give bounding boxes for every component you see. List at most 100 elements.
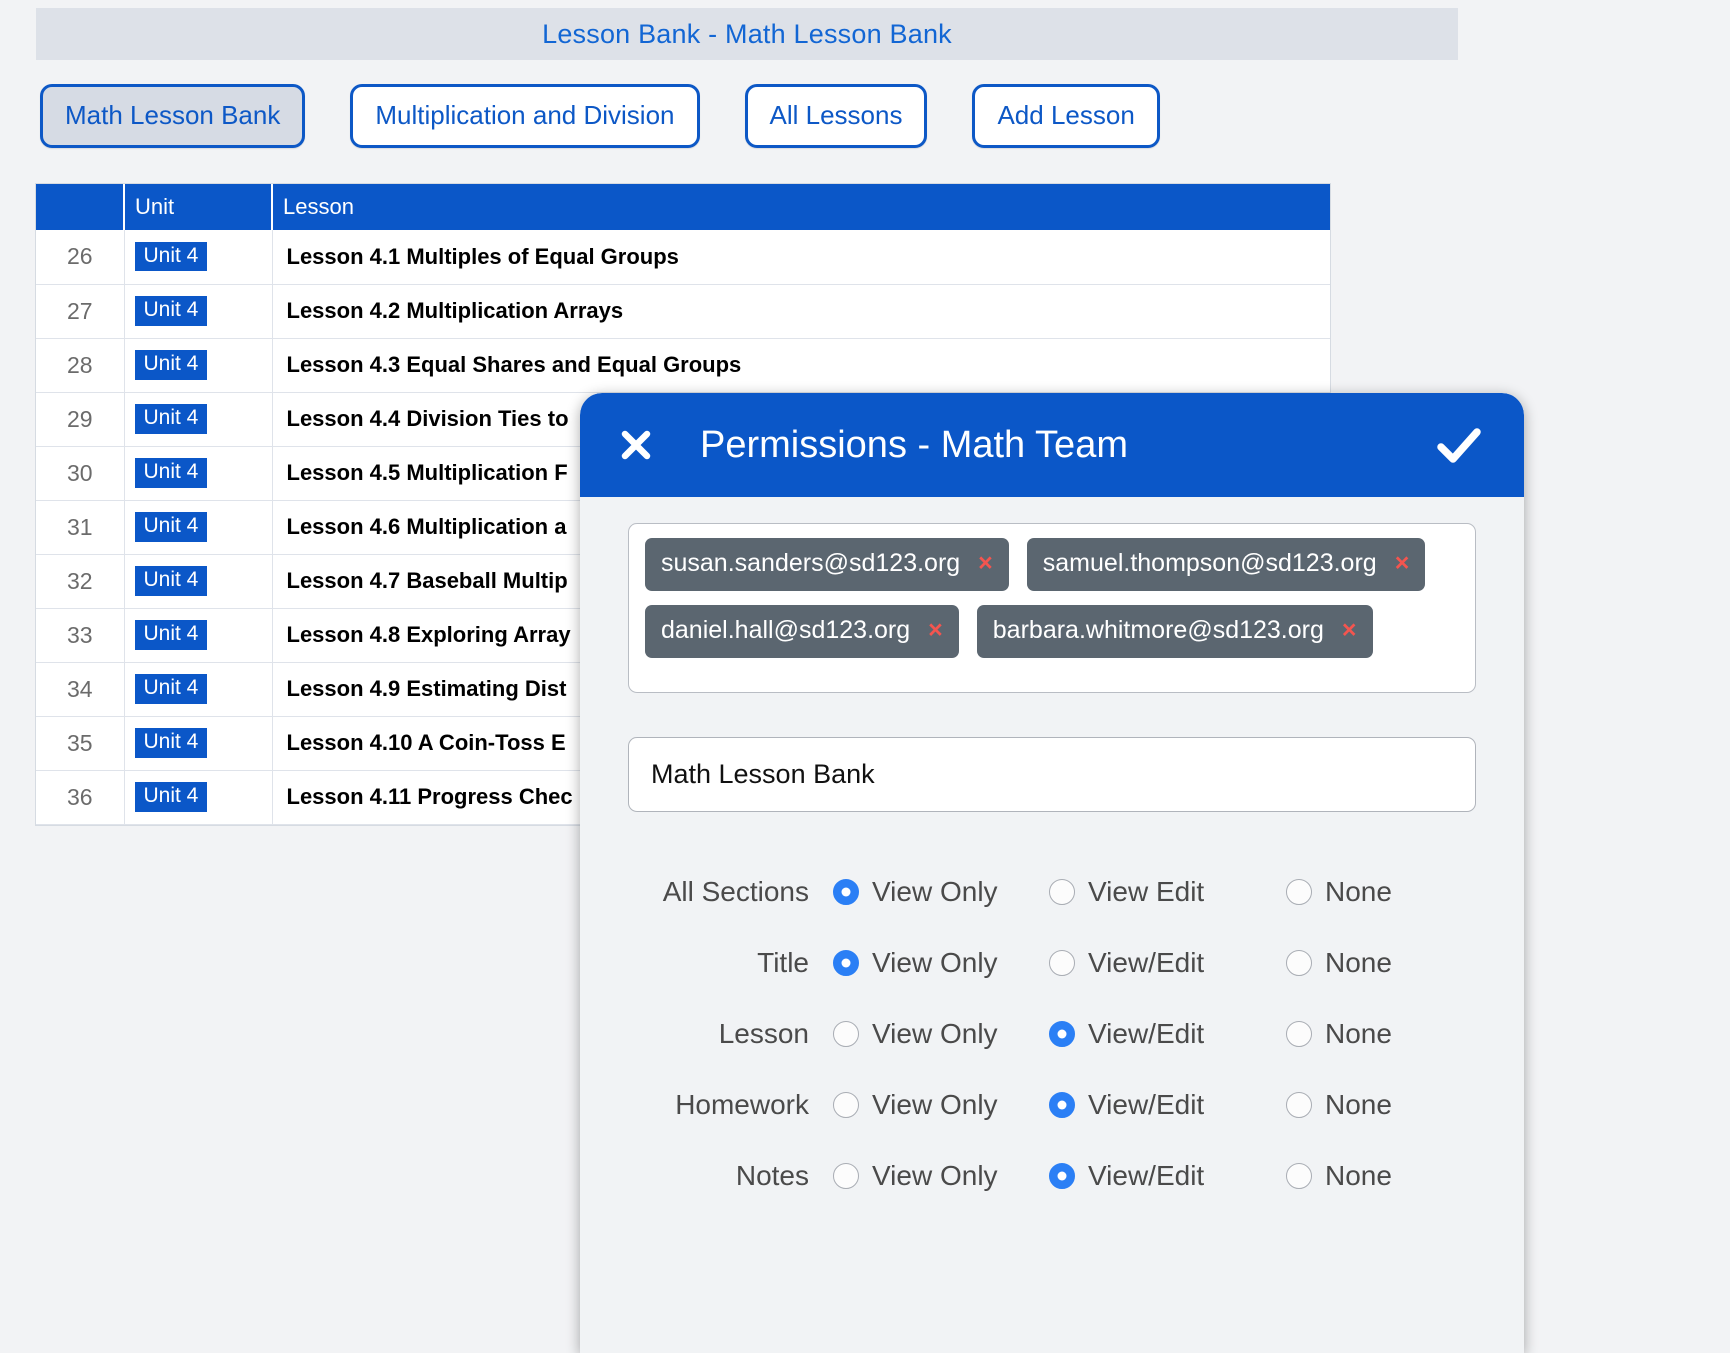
permission-option-view-edit[interactable]: View/Edit xyxy=(1049,1089,1286,1121)
recipient-email: daniel.hall@sd123.org xyxy=(661,616,910,645)
recipient-chip: barbara.whitmore@sd123.org× xyxy=(977,605,1373,658)
permission-option-none[interactable]: None xyxy=(1286,876,1392,908)
permission-option-view-edit[interactable]: View/Edit xyxy=(1049,1160,1286,1192)
unit-badge[interactable]: Unit 4 xyxy=(135,404,208,433)
unit-badge[interactable]: Unit 4 xyxy=(135,350,208,379)
permission-option-none[interactable]: None xyxy=(1286,1160,1392,1192)
unit-badge[interactable]: Unit 4 xyxy=(135,512,208,541)
permission-option-none[interactable]: None xyxy=(1286,947,1392,979)
unit-badge[interactable]: Unit 4 xyxy=(135,728,208,757)
recipients-field[interactable]: susan.sanders@sd123.org × samuel.thompson@… xyxy=(628,523,1476,693)
unit-badge[interactable]: Unit 4 xyxy=(135,782,208,811)
permission-option-label: View Only xyxy=(872,1089,998,1121)
lesson-bank-name-input[interactable]: Math Lesson Bank xyxy=(628,737,1476,812)
radio-button[interactable] xyxy=(833,1021,859,1047)
radio-button[interactable] xyxy=(1049,1021,1075,1047)
radio-button[interactable] xyxy=(833,1092,859,1118)
tab-math-lesson-bank[interactable]: Math Lesson Bank xyxy=(40,84,305,148)
column-header-lesson[interactable]: Lesson xyxy=(272,184,1330,230)
permission-option-view-only[interactable]: View Only xyxy=(833,1018,1049,1050)
unit-badge[interactable]: Unit 4 xyxy=(135,674,208,703)
radio-button[interactable] xyxy=(1049,879,1075,905)
tab-multiplication-and-division[interactable]: Multiplication and Division xyxy=(350,84,699,148)
radio-button[interactable] xyxy=(1049,950,1075,976)
column-header-index[interactable] xyxy=(36,184,124,230)
lesson-title-cell[interactable]: Lesson 4.1 Multiples of Equal Groups xyxy=(272,230,1330,284)
row-index: 31 xyxy=(36,500,124,554)
dialog-header: Permissions - Math Team xyxy=(580,393,1524,497)
row-index: 35 xyxy=(36,716,124,770)
lesson-title-cell[interactable]: Lesson 4.2 Multiplication Arrays xyxy=(272,284,1330,338)
unit-badge[interactable]: Unit 4 xyxy=(135,242,208,271)
radio-button[interactable] xyxy=(833,879,859,905)
radio-button[interactable] xyxy=(1049,1163,1075,1189)
tab-all-lessons[interactable]: All Lessons xyxy=(745,84,928,148)
radio-button[interactable] xyxy=(833,950,859,976)
permission-row: TitleView OnlyView/EditNone xyxy=(628,927,1476,998)
row-index: 28 xyxy=(36,338,124,392)
unit-cell: Unit 4 xyxy=(124,392,272,446)
unit-badge[interactable]: Unit 4 xyxy=(135,458,208,487)
table-row[interactable]: 27Unit 4Lesson 4.2 Multiplication Arrays xyxy=(36,284,1330,338)
remove-recipient-icon[interactable]: × xyxy=(978,551,993,576)
row-index: 32 xyxy=(36,554,124,608)
radio-button[interactable] xyxy=(1286,1163,1312,1189)
radio-button[interactable] xyxy=(1286,879,1312,905)
table-header: Unit Lesson xyxy=(36,184,1330,230)
unit-cell: Unit 4 xyxy=(124,500,272,554)
permission-option-view-only[interactable]: View Only xyxy=(833,1089,1049,1121)
permission-option-label: View Only xyxy=(872,1160,998,1192)
radio-button[interactable] xyxy=(1049,1092,1075,1118)
permission-option-label: View/Edit xyxy=(1088,1089,1204,1121)
permission-option-view-edit[interactable]: View/Edit xyxy=(1049,947,1286,979)
row-index: 26 xyxy=(36,230,124,284)
table-row[interactable]: 28 Unit 4 Lesson 4.3 Equal Shares and Equa… xyxy=(36,338,1330,392)
check-icon[interactable] xyxy=(1432,418,1486,472)
permission-option-label: View/Edit xyxy=(1088,1160,1204,1192)
permission-option-view-only[interactable]: View Only xyxy=(833,1160,1049,1192)
permission-option-view-edit[interactable]: View/Edit xyxy=(1049,1018,1286,1050)
dialog-title: Permissions - Math Team xyxy=(700,424,1128,467)
permission-row: LessonView OnlyView/EditNone xyxy=(628,998,1476,1069)
radio-button[interactable] xyxy=(1286,950,1312,976)
lesson-title-cell[interactable]: Lesson 4.3 Equal Shares and Equal Groups xyxy=(272,338,1330,392)
remove-recipient-icon[interactable]: × xyxy=(1342,618,1357,643)
unit-badge[interactable]: Unit 4 xyxy=(135,566,208,595)
permission-row-label: Title xyxy=(628,947,833,979)
unit-cell: Unit 4 xyxy=(124,284,272,338)
permission-option-none[interactable]: None xyxy=(1286,1018,1392,1050)
recipient-chip: daniel.hall@sd123.org × xyxy=(645,605,959,658)
row-index: 29 xyxy=(36,392,124,446)
unit-cell: Unit 4 xyxy=(124,716,272,770)
unit-cell: Unit 4 xyxy=(124,554,272,608)
unit-cell: Unit 4 xyxy=(124,446,272,500)
permission-option-view-only[interactable]: View Only xyxy=(833,876,1049,908)
permissions-dialog: Permissions - Math Team susan.sanders@sd… xyxy=(580,393,1524,1353)
unit-cell: Unit 4 xyxy=(124,662,272,716)
permission-option-view-only[interactable]: View Only xyxy=(833,947,1049,979)
tab-add-lesson[interactable]: Add Lesson xyxy=(972,84,1159,148)
permission-option-label: None xyxy=(1325,876,1392,908)
row-index: 33 xyxy=(36,608,124,662)
permission-option-none[interactable]: None xyxy=(1286,1089,1392,1121)
radio-button[interactable] xyxy=(1286,1021,1312,1047)
tab-bar: Math Lesson Bank Multiplication and Divis… xyxy=(40,84,1160,148)
unit-badge[interactable]: Unit 4 xyxy=(135,296,208,325)
permission-option-label: View Only xyxy=(872,1018,998,1050)
remove-recipient-icon[interactable]: × xyxy=(1395,551,1410,576)
unit-cell: Unit 4 xyxy=(124,770,272,824)
radio-button[interactable] xyxy=(1286,1092,1312,1118)
permission-row-label: Notes xyxy=(628,1160,833,1192)
recipient-email: susan.sanders@sd123.org xyxy=(661,549,960,578)
unit-badge[interactable]: Unit 4 xyxy=(135,620,208,649)
permission-option-view-edit[interactable]: View Edit xyxy=(1049,876,1286,908)
table-row[interactable]: 26 Unit 4 Lesson 4.1 Multiples of Equal Gr… xyxy=(36,230,1330,284)
radio-button[interactable] xyxy=(833,1163,859,1189)
close-icon[interactable] xyxy=(614,423,658,467)
recipient-email: samuel.thompson@sd123.org xyxy=(1043,549,1377,578)
permission-option-label: View/Edit xyxy=(1088,1018,1204,1050)
remove-recipient-icon[interactable]: × xyxy=(928,618,943,643)
permission-option-label: None xyxy=(1325,1089,1392,1121)
unit-cell: Unit 4 xyxy=(124,608,272,662)
column-header-unit[interactable]: Unit xyxy=(124,184,272,230)
